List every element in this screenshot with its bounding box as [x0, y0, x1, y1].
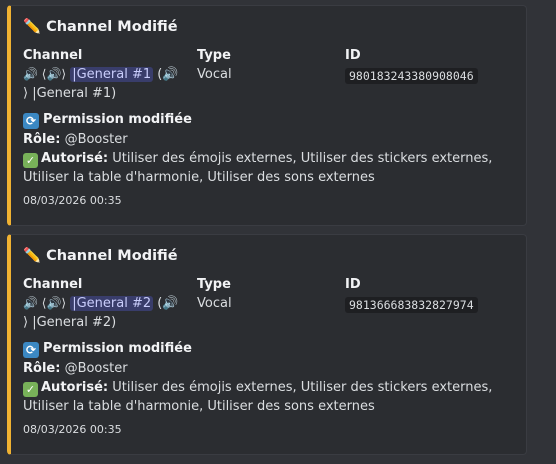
field-channel-label: Channel	[23, 277, 83, 292]
embed-title-text: Channel Modifié	[46, 19, 178, 35]
authorized-line: ✓ Autorisé: Utiliser des émojis externes,…	[23, 150, 521, 187]
check-icon: ✓	[23, 153, 38, 168]
embed-title-text: Channel Modifié	[46, 248, 178, 264]
channel-old-name-end: ⟩ |General #2)	[23, 315, 117, 330]
pencil-icon: ✏️	[23, 248, 42, 264]
field-id-label: ID	[345, 277, 361, 292]
speaker-icon: 🔊 ⟨🔊⟩	[23, 67, 67, 81]
field-type-label: Type	[197, 277, 231, 292]
channel-mention[interactable]: |General #2	[70, 296, 154, 311]
permission-heading: ⟳ Permission modifiée	[23, 112, 192, 129]
channel-value: 🔊 ⟨🔊⟩ |General #1 (🔊	[23, 67, 179, 82]
permission-heading-text: Permission modifiée	[43, 112, 192, 127]
type-value: Vocal	[197, 296, 232, 311]
type-value: Vocal	[197, 67, 232, 82]
id-value: 980183243380908046	[345, 68, 478, 84]
embed-timestamp: 08/03/2026 00:35	[23, 423, 122, 436]
channel-old-name-start: (🔊	[157, 296, 179, 311]
permission-heading-text: Permission modifiée	[43, 341, 192, 356]
authorized-label: Autorisé:	[41, 151, 109, 166]
role-mention[interactable]: @Booster	[65, 132, 128, 147]
embed-title: ✏️ Channel Modifié	[23, 247, 178, 264]
embed-card: ✏️ Channel Modifié Channel Type ID 🔊 ⟨🔊⟩…	[7, 5, 527, 226]
role-label: Rôle:	[23, 132, 61, 147]
channel-value: 🔊 ⟨🔊⟩ |General #2 (🔊	[23, 296, 179, 311]
role-mention[interactable]: @Booster	[65, 361, 128, 376]
channel-old-name-end: ⟩ |General #1)	[23, 86, 117, 101]
speaker-icon: 🔊 ⟨🔊⟩	[23, 296, 67, 310]
id-value: 981366683832827974	[345, 297, 478, 313]
field-channel-label: Channel	[23, 48, 83, 63]
role-line: Rôle: @Booster	[23, 132, 128, 147]
authorized-line: ✓ Autorisé: Utiliser des émojis externes,…	[23, 379, 521, 416]
sync-icon: ⟳	[23, 342, 39, 358]
pencil-icon: ✏️	[23, 19, 42, 35]
sync-icon: ⟳	[23, 113, 39, 129]
role-label: Rôle:	[23, 361, 61, 376]
authorized-label: Autorisé:	[41, 380, 109, 395]
embed-timestamp: 08/03/2026 00:35	[23, 194, 122, 207]
embed-card: ✏️ Channel Modifié Channel Type ID 🔊 ⟨🔊⟩…	[7, 234, 527, 455]
role-line: Rôle: @Booster	[23, 361, 128, 376]
embed-title: ✏️ Channel Modifié	[23, 18, 178, 35]
permission-heading: ⟳ Permission modifiée	[23, 341, 192, 358]
check-icon: ✓	[23, 382, 38, 397]
field-id-label: ID	[345, 48, 361, 63]
channel-mention[interactable]: |General #1	[70, 67, 154, 82]
channel-old-name-start: (🔊	[157, 67, 179, 82]
field-type-label: Type	[197, 48, 231, 63]
